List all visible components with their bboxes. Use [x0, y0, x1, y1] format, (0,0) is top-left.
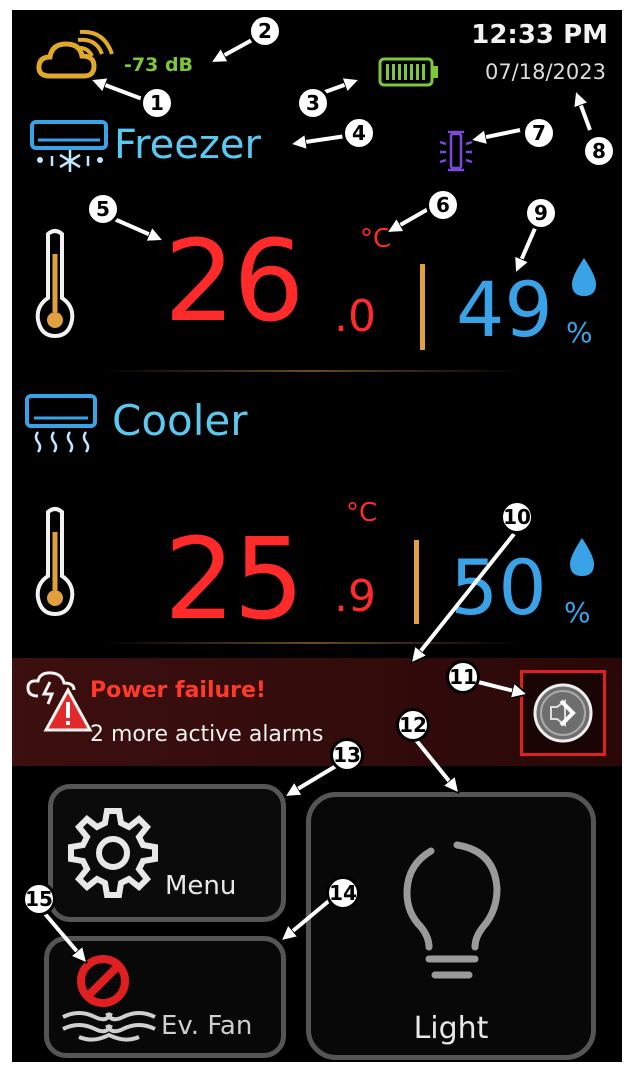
callout-2: 2 [248, 14, 282, 48]
callout-5: 5 [86, 192, 120, 226]
callout-7: 7 [522, 116, 556, 150]
callout-8: 8 [582, 134, 616, 168]
callout-9: 9 [524, 196, 558, 230]
annotation-arrows [38, 38, 592, 1072]
callout-14: 14 [326, 876, 360, 910]
callout-10: 10 [500, 500, 534, 534]
callout-15: 15 [22, 882, 56, 916]
callout-11: 11 [446, 660, 480, 694]
callout-12: 12 [396, 708, 430, 742]
callout-3: 3 [296, 86, 330, 120]
callout-13: 13 [330, 738, 364, 772]
callout-4: 4 [342, 116, 376, 150]
callout-6: 6 [426, 188, 460, 222]
callout-1: 1 [140, 86, 174, 120]
